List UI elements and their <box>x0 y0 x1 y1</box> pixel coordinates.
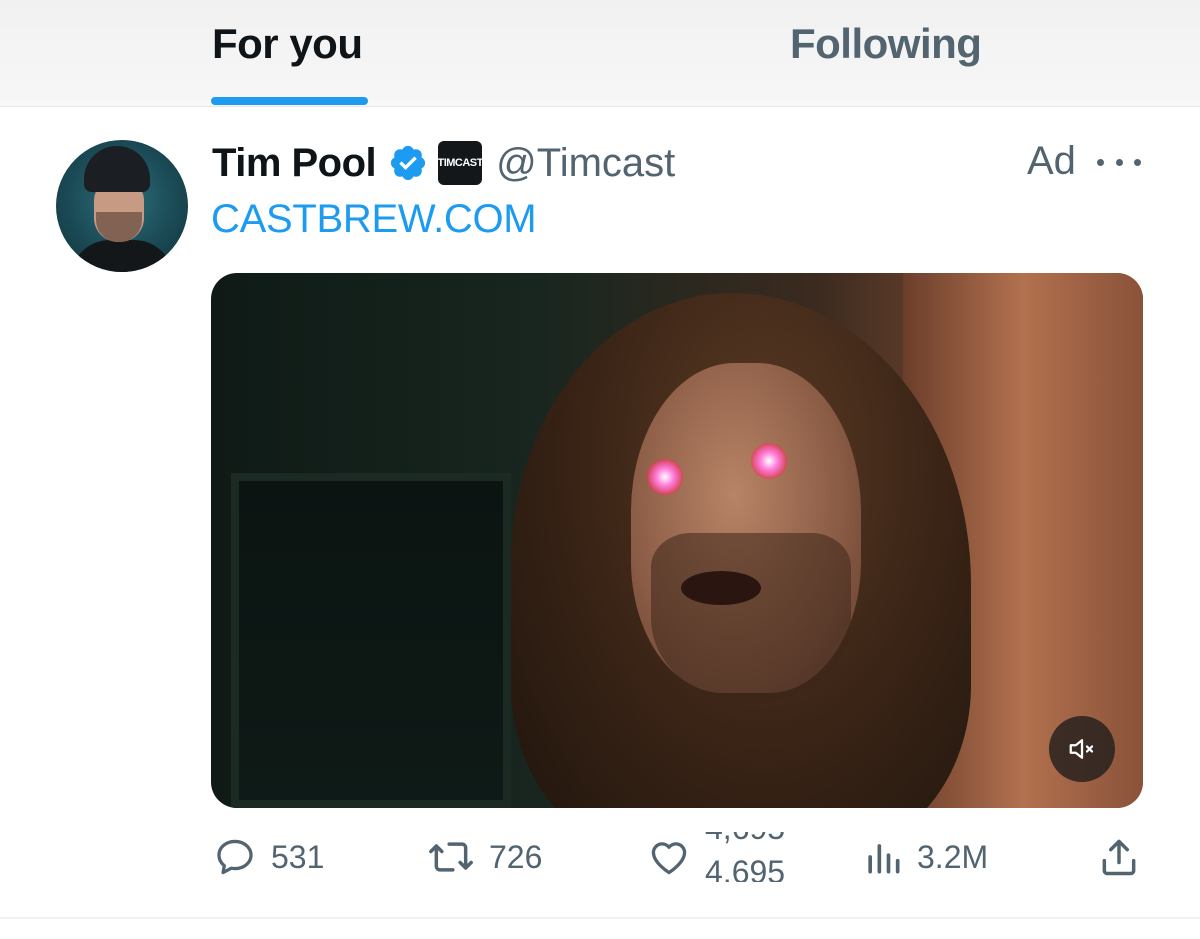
video-background-window <box>231 473 511 808</box>
more-icon[interactable] <box>1097 147 1141 177</box>
reply-button[interactable]: 531 <box>213 832 324 882</box>
video-subject-beard <box>651 533 851 703</box>
tab-for-you[interactable]: For you <box>212 20 363 68</box>
author-handle[interactable]: @Timcast <box>496 141 675 186</box>
share-icon <box>1102 839 1136 876</box>
repost-button[interactable]: 726 <box>427 832 542 882</box>
avatar[interactable] <box>56 140 188 272</box>
like-button[interactable]: 4,695 4,695 <box>647 832 825 882</box>
post-actions: 531 726 4,695 4,695 3.2M <box>211 832 1143 882</box>
active-tab-indicator <box>211 97 368 105</box>
like-count: 4,695 <box>705 854 786 882</box>
video-player[interactable] <box>211 273 1143 808</box>
author-name[interactable]: Tim Pool <box>212 141 377 186</box>
reply-icon <box>217 839 253 875</box>
glowing-eye-left <box>647 459 683 495</box>
more-dot <box>1115 158 1123 166</box>
reply-count: 531 <box>271 838 325 875</box>
verified-icon[interactable] <box>388 143 428 183</box>
avatar-shirt <box>70 240 174 272</box>
view-count: 3.2M <box>917 838 989 875</box>
avatar-beard <box>96 212 142 242</box>
views-icon <box>868 844 900 874</box>
share-button[interactable] <box>1097 832 1141 882</box>
like-count-animation: 4,695 4,695 <box>705 832 825 882</box>
timeline-tabs: For you Following <box>0 0 1200 107</box>
avatar-beanie <box>84 146 150 192</box>
affiliate-badge[interactable]: TIMCAST <box>437 141 483 185</box>
more-dot <box>1097 158 1104 166</box>
heart-icon <box>651 842 687 875</box>
ad-post[interactable]: Tim Pool TIMCAST @Timcast Ad CASTBREW.CO… <box>0 107 1200 917</box>
like-count-previous: 4,695 <box>705 832 785 847</box>
ad-link[interactable]: CASTBREW.COM <box>211 197 537 242</box>
mute-icon <box>1069 739 1094 759</box>
glowing-eye-right <box>751 443 787 479</box>
repost-icon <box>429 842 473 872</box>
ad-label: Ad <box>1027 139 1076 183</box>
more-dot <box>1134 158 1141 166</box>
repost-count: 726 <box>489 838 543 875</box>
views-button[interactable]: 3.2M <box>863 832 988 882</box>
video-subject-mouth <box>681 571 761 605</box>
post-divider <box>0 917 1200 919</box>
tab-following[interactable]: Following <box>790 20 982 68</box>
author-row: Tim Pool TIMCAST @Timcast <box>212 139 675 187</box>
mute-button[interactable] <box>1049 716 1115 782</box>
